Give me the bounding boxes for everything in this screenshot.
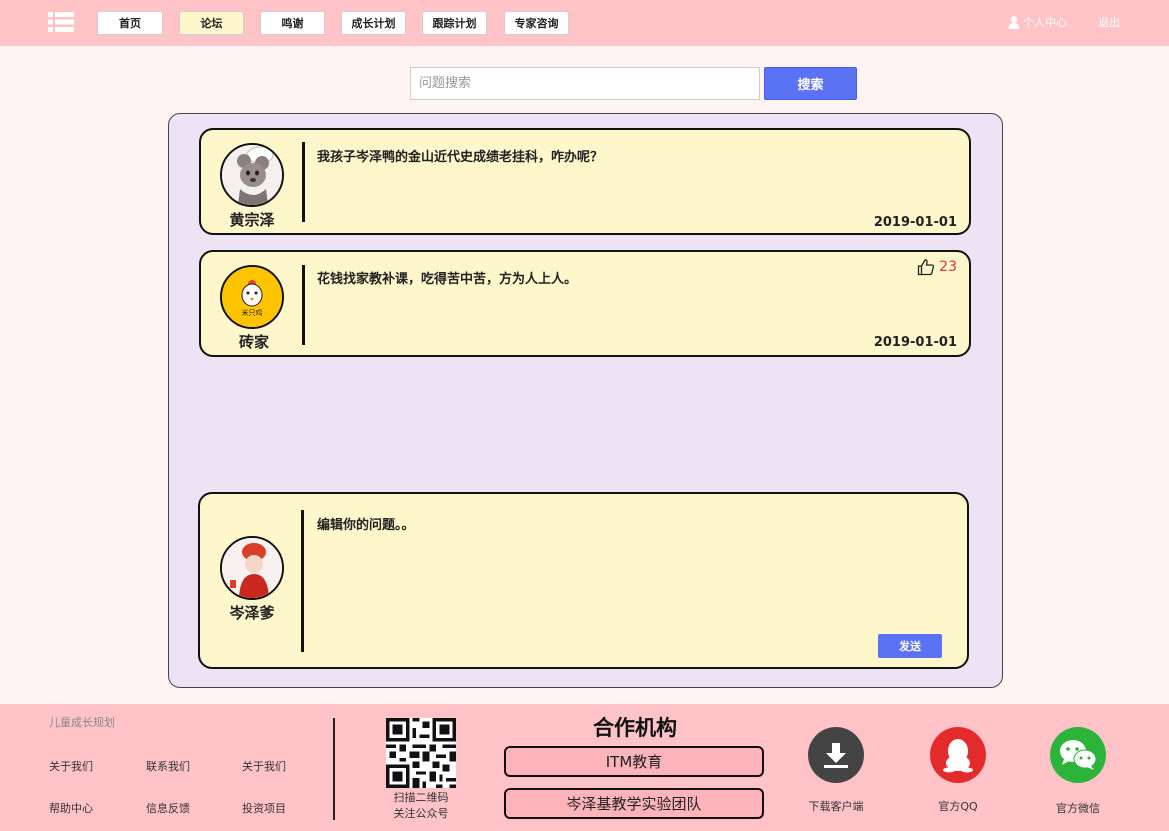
nav-forum[interactable]: 论坛: [179, 11, 244, 35]
footer-link-investment[interactable]: 投资项目: [242, 800, 286, 816]
divider: [302, 142, 305, 222]
like-count: 23: [939, 259, 957, 275]
footer-divider: [333, 718, 335, 820]
compose-card: 岑泽爹 编辑你的问题。。 发送: [198, 492, 969, 669]
search-button[interactable]: 搜索: [764, 67, 857, 100]
menu-icon[interactable]: [48, 12, 74, 32]
avatar: [220, 536, 284, 600]
footer-link-about-2[interactable]: 关于我们: [242, 758, 286, 774]
post-author: 黄宗泽: [229, 211, 275, 229]
footer-link-contact[interactable]: 联系我们: [146, 758, 190, 774]
partner-itm[interactable]: ITM教育: [504, 746, 764, 777]
download-icon: [824, 743, 848, 768]
wechat-icon: [1060, 740, 1097, 770]
official-wechat-label: 官方微信: [1056, 802, 1100, 815]
forum-panel: 黄宗泽 我孩子岑泽鸭的金山近代史成绩老挂科，咋办呢？ 2019-01-01 米只…: [168, 113, 1003, 688]
divider: [302, 265, 305, 345]
qr-code: [386, 718, 456, 788]
footer: 儿童成长规划 关于我们 联系我们 关于我们 帮助中心 信息反馈 投资项目 扫描二…: [0, 704, 1169, 831]
post-card: 黄宗泽 我孩子岑泽鸭的金山近代史成绩老挂科，咋办呢？ 2019-01-01: [199, 128, 971, 235]
qr-caption-line-2: 关注公众号: [393, 807, 449, 820]
post-author: 砖家: [238, 333, 269, 351]
footer-link-feedback[interactable]: 信息反馈: [146, 800, 190, 816]
post-text: 花钱找家教补课，吃得苦中苦，方为人上人。: [317, 272, 578, 287]
user-center-label: 个人中心: [1023, 16, 1067, 29]
nav-thanks[interactable]: 鸣谢: [260, 11, 325, 35]
user-icon: [1008, 15, 1020, 29]
thumbs-up-icon: [918, 259, 935, 276]
compose-author: 岑泽爹: [229, 604, 275, 622]
user-center-link[interactable]: 个人中心: [1008, 14, 1067, 30]
partners-title: 合作机构: [593, 716, 677, 740]
footer-title: 儿童成长规划: [49, 716, 115, 729]
post-date: 2019-01-01: [873, 335, 957, 350]
nav-expert-consult[interactable]: 专家咨询: [504, 11, 569, 35]
partner-lab-team[interactable]: 岑泽基教学实验团队: [504, 788, 764, 819]
logout-link[interactable]: 退出: [1098, 14, 1120, 30]
post-date: 2019-01-01: [873, 215, 957, 230]
download-client-label: 下载客户端: [808, 800, 864, 813]
nav-home[interactable]: 首页: [97, 11, 163, 35]
download-client-button[interactable]: [808, 727, 864, 783]
avatar: 米只鸡: [220, 265, 284, 329]
official-qq-label: 官方QQ: [938, 800, 978, 813]
top-nav-bar: 首页 论坛 鸣谢 成长计划 跟踪计划 专家咨询 个人中心 退出: [0, 0, 1169, 46]
footer-link-help[interactable]: 帮助中心: [49, 800, 93, 816]
avatar: [220, 143, 284, 207]
qr-caption: 扫描二维码 关注公众号: [380, 790, 462, 822]
search-input[interactable]: [410, 67, 760, 100]
official-wechat-button[interactable]: [1050, 727, 1106, 783]
divider: [301, 510, 304, 652]
nav-growth-plan[interactable]: 成长计划: [341, 11, 406, 35]
nav-tracking-plan[interactable]: 跟踪计划: [422, 11, 487, 35]
post-card: 米只鸡 砖家 花钱找家教补课，吃得苦中苦，方为人上人。 23 2019-01-0…: [199, 250, 971, 357]
qr-caption-line-1: 扫描二维码: [393, 791, 449, 804]
avatar-logo-text: 米只鸡: [242, 308, 263, 317]
post-text: 我孩子岑泽鸭的金山近代史成绩老挂科，咋办呢？: [317, 150, 604, 165]
official-qq-button[interactable]: [930, 727, 986, 783]
footer-link-about[interactable]: 关于我们: [49, 758, 93, 774]
like-button[interactable]: 23: [917, 258, 957, 276]
compose-textarea[interactable]: 编辑你的问题。。: [317, 514, 415, 533]
qq-icon: [943, 739, 973, 773]
send-button[interactable]: 发送: [878, 634, 942, 658]
